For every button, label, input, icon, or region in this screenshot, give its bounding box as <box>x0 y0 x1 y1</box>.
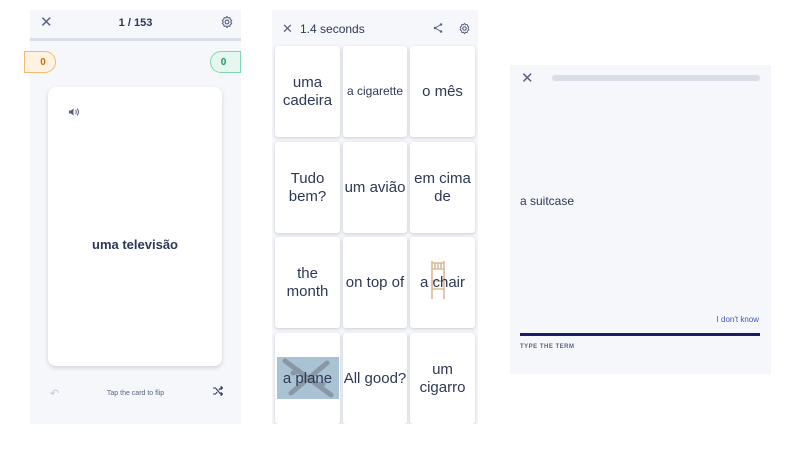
know-count: 0 <box>210 51 241 73</box>
close-icon[interactable]: ✕ <box>521 69 534 87</box>
prompt-text: a suitcase <box>520 194 575 208</box>
speaker-icon[interactable] <box>68 107 80 117</box>
answer-input[interactable] <box>520 333 760 336</box>
match-panel: ✕ 1.4 seconds uma cadeira a cigarette o mê… <box>272 10 478 424</box>
progress-bar <box>30 38 241 41</box>
flip-hint: Tap the card to flip <box>106 390 165 397</box>
match-tile-label: em cima de <box>414 169 471 205</box>
match-tile[interactable]: a chair <box>410 237 475 328</box>
match-tile-label: Tudo bem? <box>288 169 327 205</box>
match-tile[interactable]: the month <box>275 237 340 328</box>
shuffle-icon[interactable] <box>212 385 224 397</box>
match-tile[interactable]: All good? <box>343 333 407 424</box>
match-tile[interactable]: uma cadeira <box>275 46 340 137</box>
answer-input-label: TYPE THE TERM <box>520 344 575 350</box>
match-tile-label: a chair <box>419 273 466 291</box>
match-tile[interactable]: a cigarette <box>343 46 407 137</box>
match-tile-label: um cigarro <box>419 360 466 396</box>
card-term: uma televisão <box>92 237 178 252</box>
gear-icon[interactable] <box>458 22 471 35</box>
flashcard[interactable]: uma televisão <box>48 87 222 366</box>
match-tile[interactable]: em cima de <box>410 142 475 233</box>
card-counter: 1 / 153 <box>118 17 153 29</box>
match-timer: 1.4 seconds <box>300 22 365 36</box>
share-icon[interactable] <box>432 22 444 34</box>
match-tile-label: on top of <box>345 273 405 291</box>
progress-bar <box>552 75 760 81</box>
match-tile-label: the month <box>286 264 329 300</box>
match-tile[interactable]: o mês <box>410 46 475 137</box>
match-tile[interactable]: Tudo bem? <box>275 142 340 233</box>
match-tile-label: um avião <box>344 178 406 196</box>
match-tile[interactable]: a plane <box>275 333 340 424</box>
flashcards-panel: ✕ 1 / 153 0 0 uma televisão ↶ Tap the ca… <box>24 10 241 424</box>
match-tile-label: o mês <box>422 82 463 100</box>
write-panel: ✕ a suitcase I don't know TYPE THE TERM <box>510 65 771 374</box>
match-tile-label: All good? <box>343 369 407 387</box>
match-tile[interactable]: um avião <box>343 142 407 233</box>
match-tile-label: uma cadeira <box>282 73 333 109</box>
still-learning-count: 0 <box>24 51 56 73</box>
dont-know-link[interactable]: I don't know <box>717 315 759 324</box>
close-icon[interactable]: ✕ <box>282 21 293 37</box>
gear-icon[interactable] <box>220 15 234 29</box>
match-tile-label: a cigarette <box>346 84 404 98</box>
match-tile[interactable]: um cigarro <box>410 333 475 424</box>
match-tile-label: a plane <box>282 369 333 387</box>
match-tile[interactable]: on top of <box>343 237 407 328</box>
